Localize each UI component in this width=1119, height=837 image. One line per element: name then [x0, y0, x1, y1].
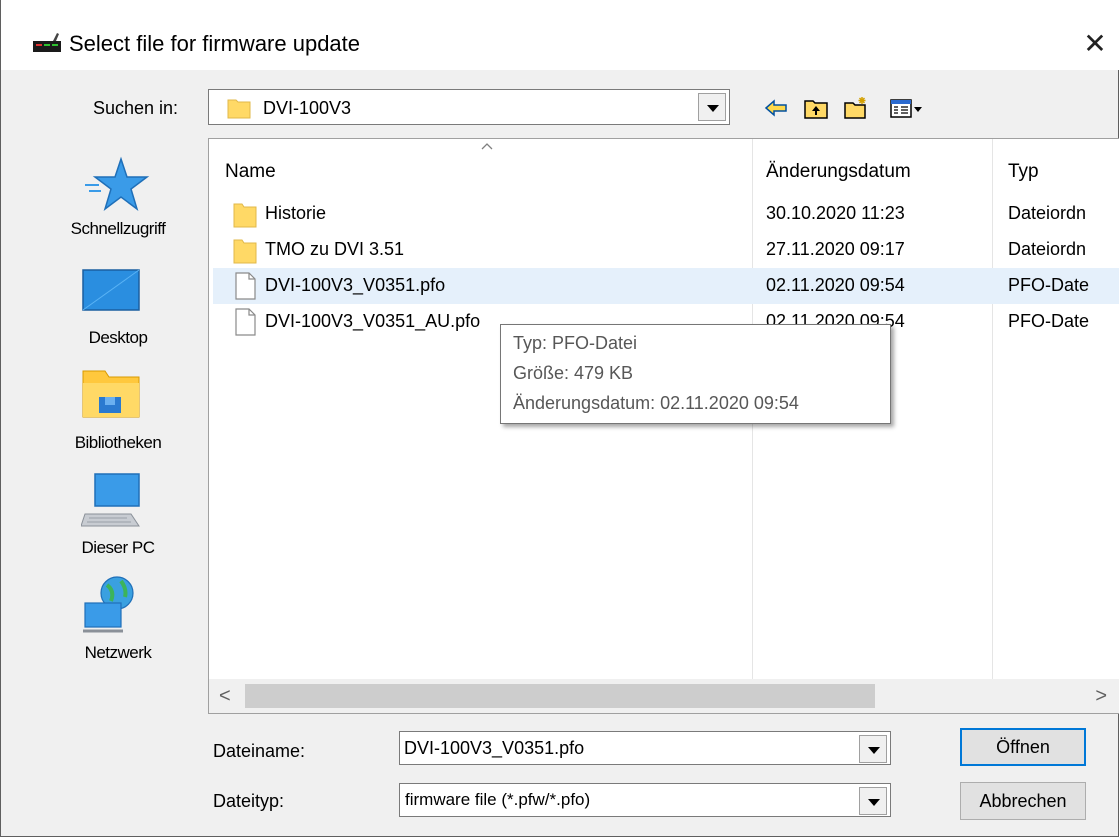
place-label: Dieser PC [81, 538, 155, 557]
places-bar: Schnellzugriff Desktop Bibliotheken Dies… [28, 143, 208, 703]
tooltip-size: Größe: 479 KB [513, 363, 634, 383]
place-quick-access[interactable]: Schnellzugriff [28, 143, 208, 243]
place-label: Desktop [88, 328, 148, 347]
library-icon [82, 370, 140, 418]
place-label: Schnellzugriff [70, 219, 166, 238]
file-row-historie[interactable]: Historie 30.10.2020 11:23 Dateiordn [213, 196, 1119, 232]
filename-input[interactable] [404, 736, 844, 760]
file-date: 27.11.2020 09:17 [766, 239, 905, 259]
look-in-label: Suchen in: [93, 98, 179, 118]
filename-field[interactable] [399, 731, 891, 765]
place-network[interactable]: Netzwerk [28, 573, 208, 673]
file-info-tooltip: Typ: PFO-Datei Größe: 479 KB Änderungsda… [500, 324, 891, 424]
document-icon [235, 308, 256, 336]
column-header-type[interactable]: Typ [1008, 161, 1039, 183]
star-icon [85, 156, 150, 211]
file-list[interactable]: Name Änderungsdatum Typ Historie 30.10.2… [208, 138, 1119, 714]
look-in-value: DVI-100V3 [263, 98, 352, 118]
view-menu-icon[interactable] [889, 96, 923, 120]
back-icon[interactable] [763, 96, 789, 120]
folder-icon [233, 203, 257, 228]
sort-ascending-icon [481, 143, 493, 150]
new-folder-icon[interactable] [843, 96, 869, 120]
cancel-button[interactable]: Abbrechen [960, 782, 1086, 820]
close-button[interactable]: ✕ [1075, 26, 1115, 66]
filetype-label: Dateityp: [213, 791, 285, 811]
filetype-value: firmware file (*.pfw/*.pfo) [405, 790, 591, 809]
column-header-name[interactable]: Name [225, 161, 276, 183]
place-label: Netzwerk [84, 643, 152, 662]
column-header-date[interactable]: Änderungsdatum [766, 161, 911, 183]
folder-icon [227, 99, 251, 119]
look-in-dropdown[interactable]: DVI-100V3 [208, 89, 730, 125]
title-bar: Select file for firmware update ✕ [1, 0, 1119, 70]
file-dialog: Select file for firmware update ✕ Suchen… [0, 0, 1119, 837]
file-date: 02.11.2020 09:54 [766, 275, 905, 295]
tooltip-type: Typ: PFO-Datei [513, 333, 638, 353]
computer-icon [81, 473, 140, 527]
network-icon [83, 576, 134, 633]
filename-label: Dateiname: [213, 741, 306, 761]
up-folder-icon[interactable] [803, 96, 829, 120]
place-label: Bibliotheken [74, 433, 162, 452]
document-icon [235, 272, 256, 300]
file-name: Historie [265, 203, 327, 223]
chevron-down-icon[interactable] [859, 735, 887, 763]
file-name: DVI-100V3_V0351.pfo [265, 275, 446, 295]
chevron-down-icon[interactable] [698, 93, 726, 121]
file-type: PFO-Date [1008, 311, 1090, 331]
scroll-left-button[interactable]: < [219, 685, 231, 708]
open-button[interactable]: Öffnen [960, 728, 1086, 766]
file-row-pfo-selected[interactable]: DVI-100V3_V0351.pfo 02.11.2020 09:54 PFO… [213, 268, 1119, 304]
firmware-app-icon [33, 33, 61, 52]
window-title: Select file for firmware update [69, 31, 361, 56]
file-type: PFO-Date [1008, 275, 1090, 295]
folder-icon [233, 239, 257, 264]
place-libraries[interactable]: Bibliotheken [28, 363, 208, 463]
place-desktop[interactable]: Desktop [28, 258, 208, 358]
tooltip-date: Änderungsdatum: 02.11.2020 09:54 [513, 393, 799, 413]
desktop-icon [82, 269, 140, 311]
file-name: TMO zu DVI 3.51 [265, 239, 405, 259]
scrollbar-thumb[interactable] [245, 684, 875, 708]
chevron-down-icon[interactable] [859, 787, 887, 815]
place-this-pc[interactable]: Dieser PC [28, 468, 208, 568]
file-row-tmo[interactable]: TMO zu DVI 3.51 27.11.2020 09:17 Dateior… [213, 232, 1119, 268]
file-type: Dateiordn [1008, 239, 1087, 259]
scroll-right-button[interactable]: > [1095, 685, 1107, 708]
filetype-dropdown[interactable]: firmware file (*.pfw/*.pfo) [399, 783, 891, 817]
horizontal-scrollbar[interactable]: < > [209, 679, 1119, 713]
file-date: 30.10.2020 11:23 [766, 203, 905, 223]
file-type: Dateiordn [1008, 203, 1087, 223]
